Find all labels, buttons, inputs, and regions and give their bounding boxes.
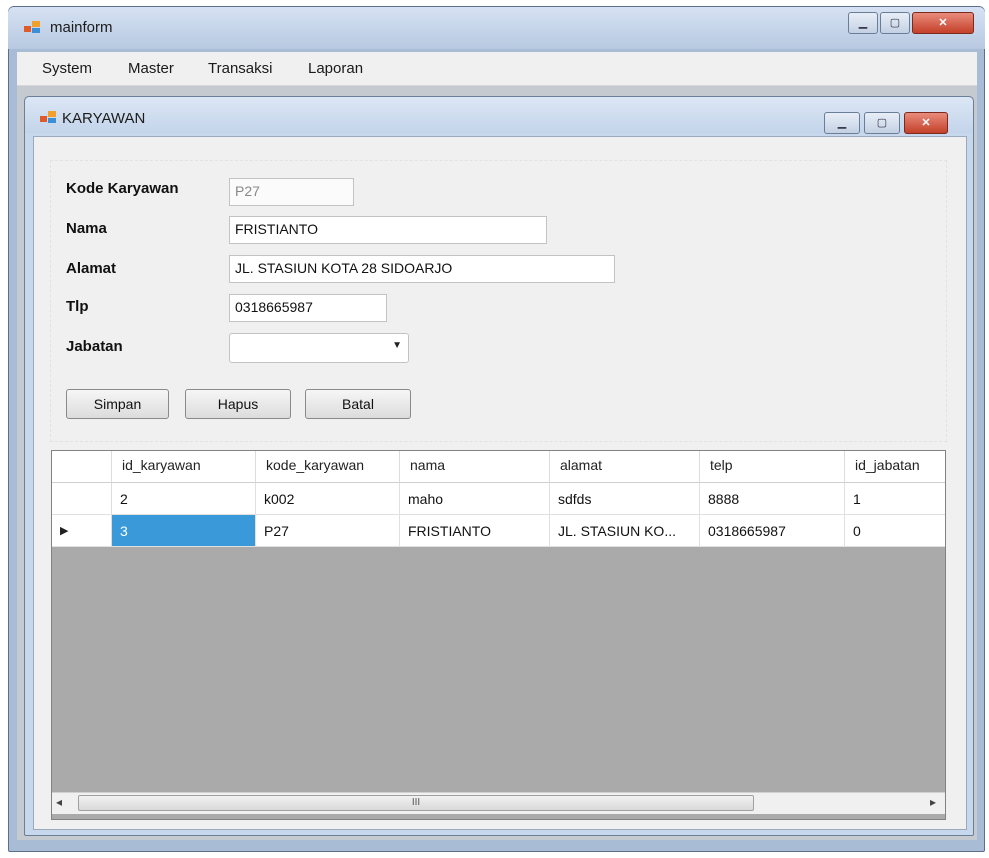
row-header[interactable]: [52, 483, 112, 515]
menu-master[interactable]: Master: [128, 60, 174, 77]
grid-corner-header: [52, 451, 112, 483]
maximize-icon: ▢: [876, 117, 888, 129]
child-close-button[interactable]: ✕: [904, 112, 948, 134]
current-row-arrow-icon: ▶: [60, 525, 69, 537]
main-title-bar[interactable]: [8, 7, 985, 49]
menu-transaksi[interactable]: Transaksi: [208, 60, 272, 77]
menu-system[interactable]: System: [42, 60, 92, 77]
simpan-button[interactable]: Simpan: [66, 389, 169, 419]
column-header-nama[interactable]: nama: [400, 451, 550, 483]
scrollbar-thumb[interactable]: III: [78, 795, 754, 811]
batal-button[interactable]: Batal: [305, 389, 411, 419]
table-cell[interactable]: 8888: [700, 483, 845, 515]
table-cell[interactable]: JL. STASIUN KO...: [550, 515, 700, 547]
table-cell[interactable]: k002: [256, 483, 400, 515]
row-header-current[interactable]: ▶: [52, 515, 112, 547]
main-window-title: mainform: [50, 19, 113, 36]
table-cell[interactable]: 2: [112, 483, 256, 515]
table-cell-selected[interactable]: 3: [112, 515, 256, 547]
table-cell[interactable]: P27: [256, 515, 400, 547]
menu-laporan[interactable]: Laporan: [308, 60, 363, 77]
maximize-button[interactable]: ▢: [880, 12, 910, 34]
maximize-icon: ▢: [889, 17, 901, 29]
table-cell[interactable]: 1: [845, 483, 945, 515]
alamat-field[interactable]: JL. STASIUN KOTA 28 SIDOARJO: [229, 255, 615, 283]
column-header-id-karyawan[interactable]: id_karyawan: [112, 451, 256, 483]
column-header-telp[interactable]: telp: [700, 451, 845, 483]
nama-label: Nama: [66, 220, 107, 237]
grip-icon: III: [411, 797, 421, 808]
table-cell[interactable]: 0: [845, 515, 945, 547]
table-cell[interactable]: FRISTIANTO: [400, 515, 550, 547]
scroll-right-arrow-icon[interactable]: ▸: [930, 795, 936, 809]
hapus-button[interactable]: Hapus: [185, 389, 291, 419]
form-icon: [40, 111, 56, 123]
alamat-label: Alamat: [66, 260, 117, 277]
jabatan-dropdown[interactable]: ▼: [229, 333, 409, 363]
kode-karyawan-field[interactable]: P27: [229, 178, 354, 206]
column-header-alamat[interactable]: alamat: [550, 451, 700, 483]
app-icon: [24, 21, 40, 33]
child-minimize-button[interactable]: ▁: [824, 112, 860, 134]
close-icon: ✕: [938, 17, 948, 29]
table-cell[interactable]: sdfds: [550, 483, 700, 515]
minimize-icon: ▁: [858, 17, 868, 29]
minimize-icon: ▁: [837, 117, 847, 129]
scroll-left-arrow-icon[interactable]: ◂: [56, 795, 62, 809]
minimize-button[interactable]: ▁: [848, 12, 878, 34]
column-header-id-jabatan[interactable]: id_jabatan: [845, 451, 945, 483]
child-maximize-button[interactable]: ▢: [864, 112, 900, 134]
tlp-label: Tlp: [66, 298, 89, 315]
table-cell[interactable]: 0318665987: [700, 515, 845, 547]
close-icon: ✕: [921, 117, 931, 129]
kode-karyawan-label: Kode Karyawan: [66, 180, 179, 197]
table-cell[interactable]: maho: [400, 483, 550, 515]
nama-field[interactable]: FRISTIANTO: [229, 216, 547, 244]
column-header-kode-karyawan[interactable]: kode_karyawan: [256, 451, 400, 483]
jabatan-label: Jabatan: [66, 338, 123, 355]
chevron-down-icon: ▼: [392, 340, 402, 351]
karyawan-window-title: KARYAWAN: [62, 110, 146, 127]
close-button[interactable]: ✕: [912, 12, 974, 34]
tlp-field[interactable]: 0318665987: [229, 294, 387, 322]
